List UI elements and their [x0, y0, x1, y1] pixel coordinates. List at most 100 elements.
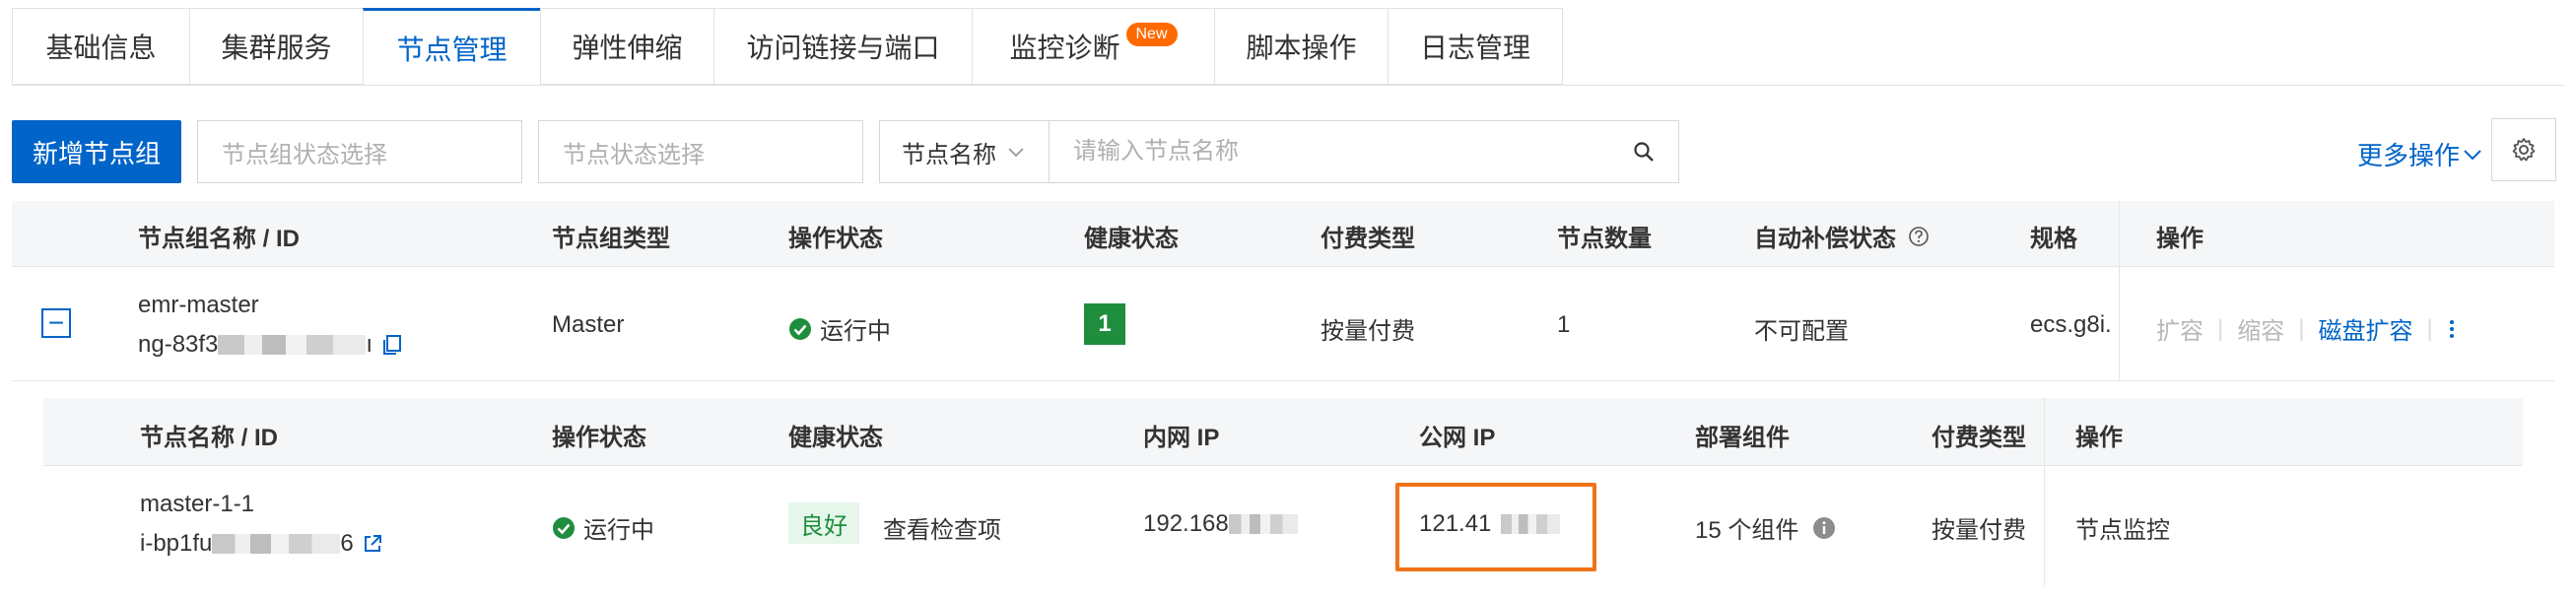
node-id-prefix: i-bp1fu — [140, 530, 213, 557]
op-status-label: 运行中 — [820, 318, 891, 345]
add-node-group-label: 新增节点组 — [32, 138, 161, 168]
search-type-select[interactable]: 节点名称 — [880, 121, 1050, 182]
header-health: 健康状态 — [1084, 226, 1179, 252]
tab-label: 监控诊断 — [1009, 33, 1120, 63]
row-divider — [12, 266, 2554, 267]
tab-access-links[interactable]: 访问链接与端口 — [713, 8, 972, 85]
node-monitor-link[interactable]: 节点监控 — [2075, 510, 2170, 545]
redacted-ip — [1501, 514, 1561, 534]
gear-icon — [2512, 138, 2536, 162]
chevron-down-icon — [1008, 148, 1024, 158]
collapse-symbol: − — [47, 307, 65, 338]
redacted-id — [218, 335, 367, 355]
node-group-id-suffix: ı — [366, 331, 373, 358]
info-icon[interactable] — [1812, 516, 1836, 540]
node-name: master-1-1 — [140, 491, 255, 517]
tab-monitoring[interactable]: 监控诊断 New — [972, 8, 1214, 85]
auto-compensation-status: 不可配置 — [1754, 318, 1849, 345]
header-op-status: 操作状态 — [788, 226, 883, 252]
tab-label: 日志管理 — [1419, 33, 1530, 63]
collapse-toggle[interactable]: − — [41, 308, 71, 338]
public-ip: 121.41 — [1419, 510, 1561, 538]
tab-node-management[interactable]: 节点管理 — [363, 8, 540, 85]
row-divider — [12, 380, 2554, 381]
header-node-pay-type: 付费类型 — [1932, 425, 2026, 451]
node-group-count: 1 — [1557, 311, 1571, 338]
header-actions: 操作 — [2156, 226, 2203, 252]
node-pay-type: 按量付费 — [1932, 517, 2026, 544]
tab-logs[interactable]: 日志管理 — [1388, 8, 1563, 85]
header-auto-compensation: 自动补偿状态 — [1754, 219, 1930, 253]
external-link-icon[interactable] — [362, 533, 383, 555]
header-node-name: 节点名称 / ID — [140, 425, 279, 451]
tab-basic-info[interactable]: 基础信息 — [12, 8, 189, 85]
disk-expand-button[interactable]: 磁盘扩容 — [2318, 311, 2412, 346]
add-node-group-button[interactable]: 新增节点组 — [12, 120, 181, 183]
node-group-id: ng-83f3 ı — [138, 331, 404, 359]
search-type-label: 节点名称 — [902, 141, 996, 168]
redacted-id — [212, 534, 341, 554]
node-group-type: Master — [552, 311, 625, 338]
node-table-header — [43, 398, 2523, 465]
node-name-search-input[interactable] — [1050, 121, 1609, 182]
search-icon — [1634, 142, 1654, 162]
health-count-badge[interactable]: 1 — [1084, 303, 1125, 345]
tab-label: 基础信息 — [45, 33, 157, 63]
group-status-placeholder: 节点组状态选择 — [222, 141, 387, 168]
chevron-down-icon — [2464, 149, 2481, 160]
header-group-name: 节点组名称 / ID — [138, 226, 301, 252]
group-status-select[interactable]: 节点组状态选择 — [197, 120, 522, 183]
more-actions-button[interactable]: 更多操作 — [2357, 136, 2483, 172]
more-vertical-icon[interactable] — [2447, 317, 2457, 341]
view-checks-link[interactable]: 查看检查项 — [883, 510, 1001, 545]
new-badge: New — [1125, 23, 1178, 46]
header-node-count: 节点数量 — [1557, 226, 1652, 252]
node-search-group: 节点名称 — [879, 120, 1679, 183]
check-circle-icon — [789, 317, 811, 340]
settings-button[interactable] — [2491, 118, 2556, 181]
tab-elastic-scaling[interactable]: 弹性伸缩 — [540, 8, 713, 85]
node-status-placeholder: 节点状态选择 — [563, 141, 705, 168]
node-actions-column-divider — [2044, 398, 2045, 585]
private-ip: 192.168 — [1143, 510, 1298, 538]
action-separator: | — [2298, 314, 2305, 342]
header-spec: 规格 — [2030, 226, 2077, 252]
node-components: 15 个组件 — [1695, 510, 1836, 545]
tab-label: 节点管理 — [396, 33, 508, 65]
scale-out-button[interactable]: 扩容 — [2156, 311, 2203, 346]
scale-in-button[interactable]: 缩容 — [2237, 311, 2284, 346]
tab-label: 弹性伸缩 — [572, 33, 683, 63]
node-group-spec: ecs.g8i. — [2030, 311, 2112, 338]
tab-scripts[interactable]: 脚本操作 — [1214, 8, 1388, 85]
row-divider — [43, 465, 2523, 466]
node-group-op-status: 运行中 — [788, 311, 891, 346]
header-group-type: 节点组类型 — [552, 226, 670, 252]
node-id-link[interactable]: i-bp1fu 6 — [140, 530, 383, 558]
help-icon[interactable] — [1908, 226, 1930, 247]
health-good-tag: 良好 — [788, 502, 859, 544]
search-button[interactable] — [1609, 121, 1678, 182]
components-label: 15 个组件 — [1695, 517, 1799, 544]
tab-cluster-services[interactable]: 集群服务 — [189, 8, 363, 85]
redacted-ip — [1228, 514, 1298, 534]
tab-bar: 基础信息 集群服务 节点管理 弹性伸缩 访问链接与端口 监控诊断 New 脚本操作… — [12, 8, 1563, 85]
public-ip-prefix: 121.41 — [1419, 510, 1492, 537]
node-group-actions: 扩容 | 缩容 | 磁盘扩容 | — [2156, 311, 2457, 346]
header-node-health: 健康状态 — [788, 425, 883, 451]
node-group-pay-type: 按量付费 — [1321, 318, 1415, 345]
action-separator: | — [2426, 314, 2433, 342]
header-node-actions: 操作 — [2075, 425, 2123, 451]
header-auto-compensation-label: 自动补偿状态 — [1754, 226, 1896, 252]
node-group-name-link[interactable]: emr-master — [138, 292, 259, 319]
header-public-ip: 公网 IP — [1419, 425, 1496, 451]
action-separator: | — [2217, 314, 2224, 342]
tab-label: 集群服务 — [221, 33, 332, 63]
node-status-select[interactable]: 节点状态选择 — [538, 120, 863, 183]
header-node-op-status: 操作状态 — [552, 425, 646, 451]
tab-label: 脚本操作 — [1246, 33, 1357, 63]
header-pay-type: 付费类型 — [1321, 226, 1415, 252]
tab-label: 访问链接与端口 — [746, 33, 940, 63]
node-id-suffix: 6 — [340, 530, 354, 557]
header-private-ip: 内网 IP — [1143, 425, 1220, 451]
copy-icon[interactable] — [380, 333, 404, 357]
